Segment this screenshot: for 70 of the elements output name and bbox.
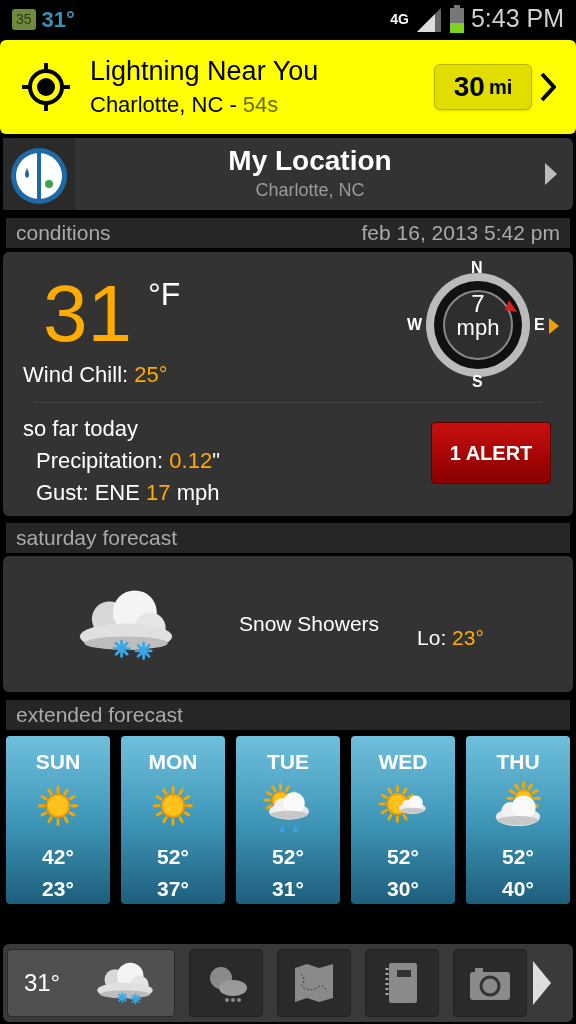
day-label: SUN (35, 749, 81, 775)
location-subtitle: Charlotte, NC (255, 178, 365, 202)
stat-unit: mph (175, 479, 220, 507)
day-label: WED (378, 749, 428, 775)
alert-location: Charlotte, NC - (90, 90, 238, 119)
day-label: THU (496, 749, 540, 775)
high-temperature: 52° (387, 844, 419, 870)
distance-unit: mi (488, 75, 513, 100)
notification-badge: 35 (12, 8, 36, 30)
high-temperature: 52° (157, 844, 189, 870)
high-temperature: 52° (272, 844, 304, 870)
low-temperature: 23° (42, 875, 74, 902)
day-forecast-card[interactable]: SUN 42° 23° (6, 736, 110, 904)
toolbar-tab[interactable] (277, 949, 351, 1017)
network-indicator: 4G (390, 9, 409, 29)
day-label: TUE (267, 749, 309, 775)
lightning-alert-banner[interactable]: Lightning Near You Charlotte, NC - 54s 30 mi (0, 40, 576, 134)
wind-speed: 7 (471, 292, 485, 316)
location-title: My Location (228, 144, 392, 177)
wind-speed-unit: mph (456, 316, 500, 340)
stat-value: 17 (146, 479, 171, 507)
distance-value: 30 (453, 70, 485, 104)
today-heading: so far today (23, 415, 139, 443)
stat-label: Gust: ENE (36, 479, 141, 507)
toolbar-tab[interactable] (189, 949, 263, 1017)
low-temperature: 40° (502, 875, 534, 902)
triangle-right-icon (549, 318, 559, 334)
low-temperature: 30° (387, 875, 419, 902)
wind-chill-label: Wind Chill: (23, 361, 130, 389)
crosshair-icon (20, 61, 72, 113)
compass-south: S (472, 374, 483, 390)
section-title: extended forecast (16, 702, 183, 729)
compass-west: W (407, 317, 423, 333)
low-temperature: 37° (157, 875, 189, 902)
high-temperature: 42° (42, 844, 74, 870)
toolbar-tab[interactable] (365, 949, 439, 1017)
clock: 5:43 PM (470, 3, 564, 35)
alert-title: Lightning Near You (90, 54, 320, 88)
conditions-timestamp: feb 16, 2013 5:42 pm (361, 220, 560, 247)
toolbar-tab[interactable] (453, 949, 527, 1017)
battery-icon (448, 5, 465, 33)
compass-east: E (534, 317, 545, 333)
low-label: Lo: (417, 625, 448, 652)
triangle-right-icon (545, 163, 557, 185)
current-temperature-label: 31° (23, 968, 61, 998)
section-title: saturday forecast (16, 525, 178, 552)
temperature-unit: °F (148, 275, 181, 314)
wind-chill-value: 25° (134, 361, 168, 389)
day-forecast-card[interactable]: WED 52° 30° (351, 736, 455, 904)
stat-label: Precipitation: (36, 447, 165, 475)
chevron-right-icon (540, 72, 556, 102)
forecast-description: Snow Showers (239, 611, 380, 638)
section-title: conditions (16, 220, 111, 247)
alert-age: 54s (242, 90, 279, 119)
current-temperature: 31 (43, 274, 132, 354)
stat-unit: " (212, 447, 220, 475)
day-forecast-card[interactable]: MON 52° 37° (121, 736, 225, 904)
low-value: 23° (452, 625, 484, 652)
current-weather-tab[interactable]: 31° (7, 949, 175, 1017)
high-temperature: 52° (502, 844, 534, 870)
day-forecast-card[interactable]: THU 52° 40° (466, 736, 570, 904)
stat-value: 0.12 (169, 447, 213, 475)
day-label: MON (148, 749, 198, 775)
day-forecast-card[interactable]: TUE 52° 31° (236, 736, 340, 904)
compass-north: N (471, 260, 483, 276)
app-logo-icon (3, 138, 75, 210)
temperature-indicator: 31° (41, 5, 75, 34)
low-temperature: 31° (272, 875, 304, 902)
location-bar[interactable]: My Location Charlotte, NC (3, 138, 573, 210)
alert-button[interactable]: 1 ALERT (431, 422, 551, 484)
